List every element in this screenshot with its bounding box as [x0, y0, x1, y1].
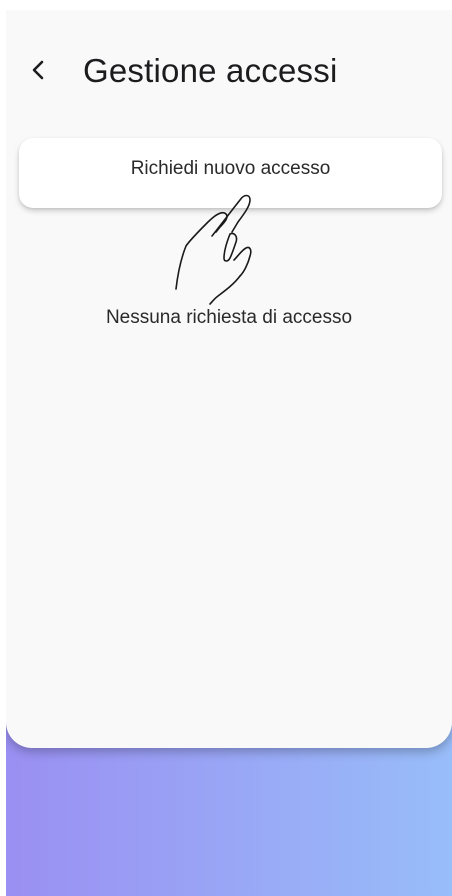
back-button[interactable]: [22, 54, 54, 90]
page-title: Gestione accessi: [83, 52, 338, 89]
app-screen: Gestione accessi Richiedi nuovo accesso …: [6, 10, 452, 896]
request-new-access-label: Richiedi nuovo accesso: [130, 158, 331, 179]
app-bar: Gestione accessi: [6, 42, 452, 102]
request-new-access-button[interactable]: Richiedi nuovo accesso: [19, 138, 442, 208]
content-card: Gestione accessi Richiedi nuovo accesso …: [6, 10, 452, 748]
empty-state-message: Nessuna richiesta di accesso: [105, 307, 353, 328]
chevron-left-icon: [31, 59, 45, 86]
